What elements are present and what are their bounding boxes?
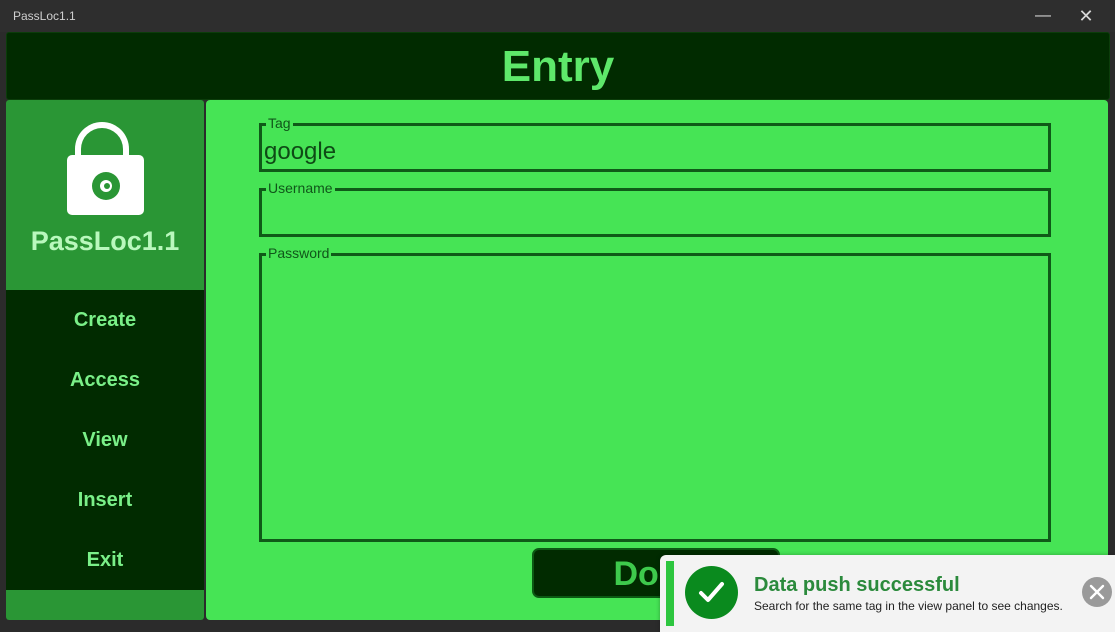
sidebar-item-insert[interactable]: Insert (6, 470, 204, 530)
page-header: Entry (6, 32, 1110, 100)
sidebar-item-access[interactable]: Access (6, 350, 204, 410)
check-circle-icon (685, 566, 738, 619)
logo-panel: PassLoc1.1 (6, 100, 204, 290)
window-titlebar: PassLoc1.1 — ✕ (0, 0, 1115, 32)
eye-icon (92, 172, 120, 200)
success-toast: Data push successful Search for the same… (660, 555, 1115, 632)
tag-field[interactable]: Tag google (259, 115, 1051, 172)
sidebar-item-exit[interactable]: Exit (6, 530, 204, 590)
password-field[interactable]: Password (259, 245, 1051, 542)
close-window-button[interactable]: ✕ (1068, 4, 1104, 28)
sidebar-item-create[interactable]: Create (6, 290, 204, 350)
tag-input[interactable]: google (264, 138, 336, 166)
app-name: PassLoc1.1 (30, 226, 180, 256)
toast-title: Data push successful (754, 574, 960, 596)
sidebar-footer (6, 590, 204, 620)
sidebar-item-view[interactable]: View (6, 410, 204, 470)
tag-label: Tag (266, 115, 293, 131)
toast-accent-bar (666, 561, 674, 626)
page-title: Entry (501, 42, 615, 91)
password-label: Password (266, 245, 332, 261)
username-label: Username (266, 180, 335, 196)
window-title: PassLoc1.1 (13, 9, 76, 23)
minimize-button[interactable]: — (1025, 4, 1061, 28)
toast-close-icon[interactable] (1082, 577, 1112, 607)
toast-message: Search for the same tag in the view pane… (754, 599, 1063, 613)
username-field[interactable]: Username (259, 180, 1051, 237)
lock-eye-icon (67, 155, 144, 215)
sidebar: PassLoc1.1 Create Access View Insert Exi… (6, 100, 204, 620)
entry-form-panel: Tag google Username Password Done (206, 100, 1108, 620)
